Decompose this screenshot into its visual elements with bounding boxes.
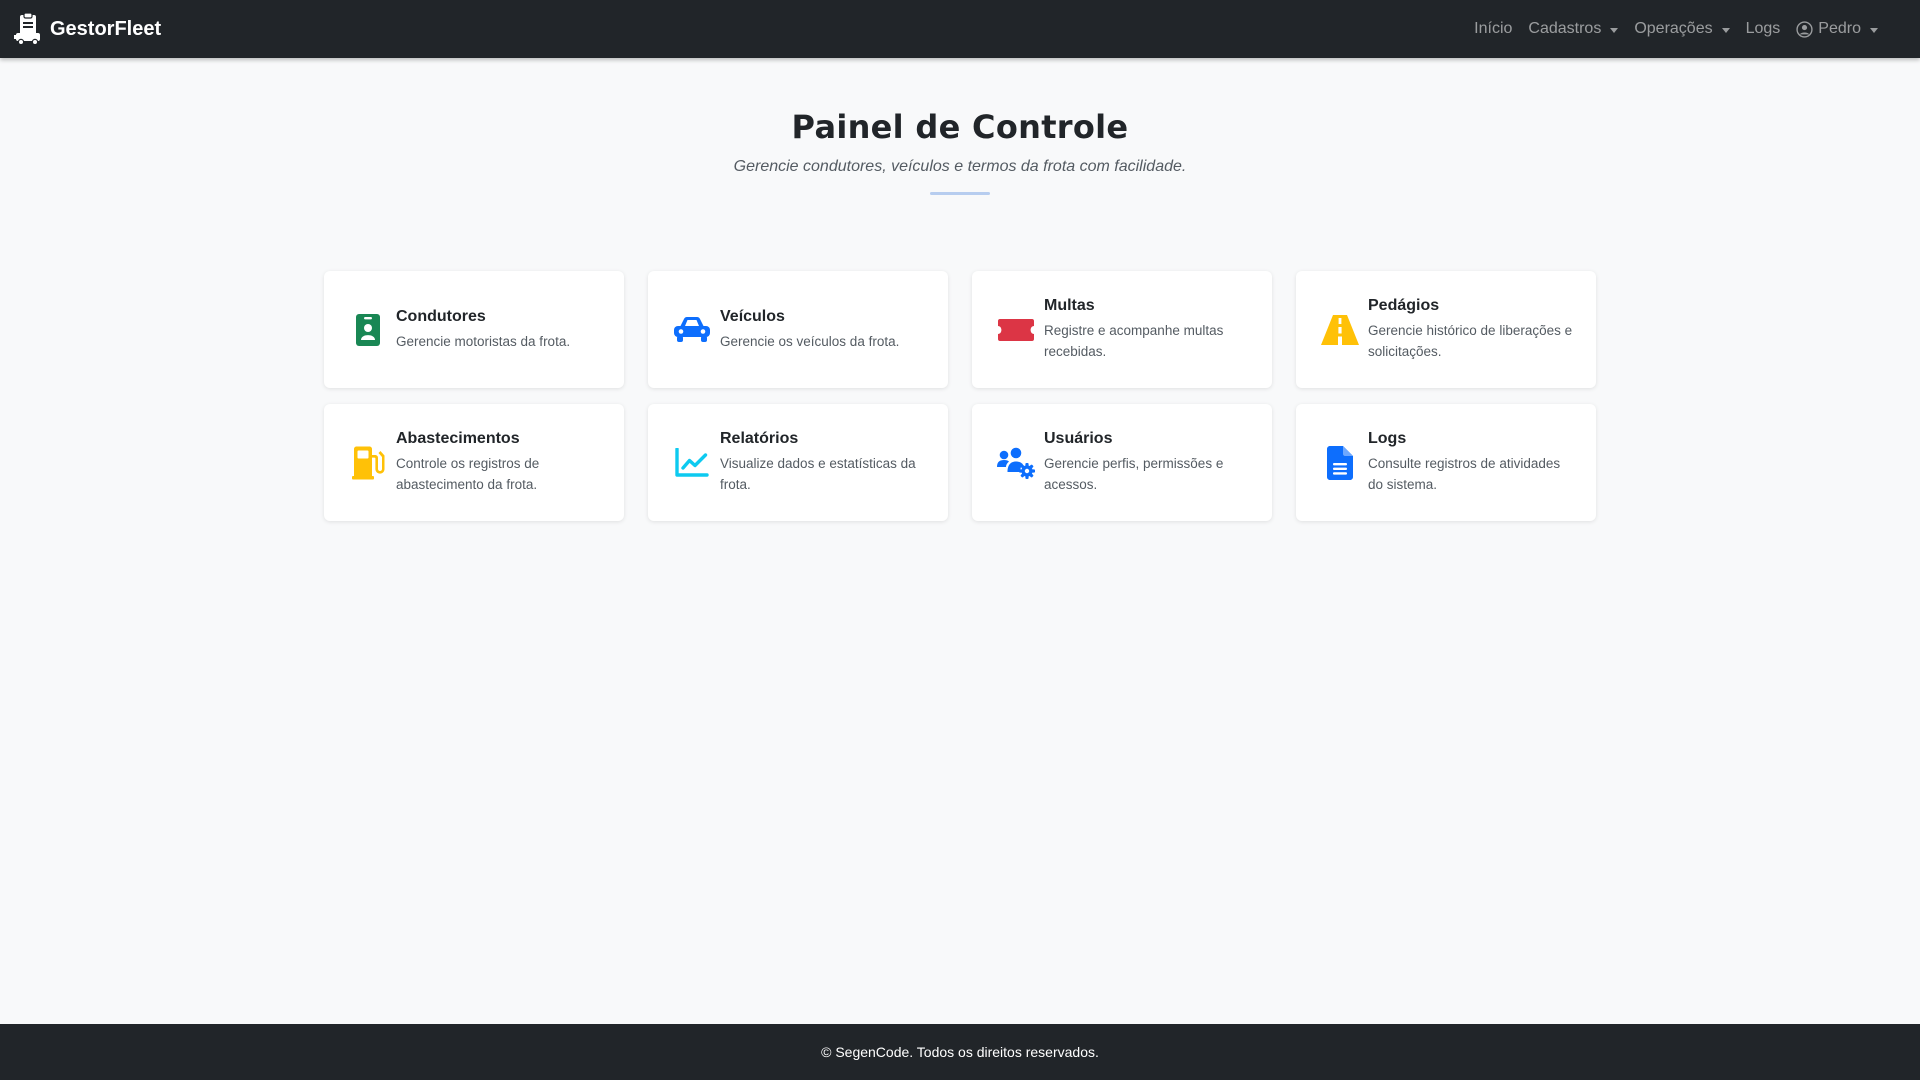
page-footer: © SegenCode. Todos os direitos reservado… (0, 1024, 1920, 1080)
car-icon (672, 316, 712, 344)
ticket-icon (996, 318, 1036, 342)
nav-dropdown-cadastros[interactable]: Cadastros (1520, 12, 1626, 46)
card-description: Consulte registros de atividades do sist… (1368, 456, 1561, 492)
top-navbar: GestorFleet Início Cadastros Operações L… (0, 0, 1920, 58)
title-divider (930, 192, 990, 195)
card-veiculos[interactable]: Veículos Gerencie os veículos da frota. (648, 271, 948, 388)
nav-dropdown-user[interactable]: Pedro (1788, 12, 1886, 46)
nav-link-logs[interactable]: Logs (1738, 12, 1789, 46)
card-description: Gerencie motoristas da frota. (396, 333, 571, 349)
nav-menu: Início Cadastros Operações Logs Pedro (1466, 12, 1886, 46)
card-description: Gerencie histórico de liberações e solic… (1368, 323, 1573, 359)
road-icon (1320, 314, 1360, 345)
card-title: Usuários (1044, 430, 1113, 447)
card-title: Veículos (720, 307, 785, 325)
truck-clipboard-icon (14, 13, 42, 45)
nav-link-label: Início (1474, 20, 1513, 37)
footer-copyright: © SegenCode. Todos os direitos reservado… (821, 1044, 1099, 1060)
card-pedagios[interactable]: Pedágios Gerencie histórico de liberaçõe… (1296, 271, 1596, 388)
users-cog-icon (996, 447, 1036, 479)
page-header: Painel de Controle Gerencie condutores, … (0, 108, 1920, 195)
nav-link-label: Logs (1745, 20, 1781, 37)
chart-line-icon (672, 447, 712, 478)
card-title: Pedágios (1368, 297, 1440, 314)
nav-link-inicio[interactable]: Início (1466, 12, 1520, 46)
caret-down-icon (1610, 27, 1619, 33)
card-multas[interactable]: Multas Registre e acompanhe multas receb… (972, 271, 1272, 388)
nav-link-label: Cadastros (1528, 20, 1602, 37)
card-relatorios[interactable]: Relatórios Visualize dados e estatística… (648, 404, 948, 521)
card-description: Gerencie perfis, permissões e acessos. (1044, 456, 1224, 492)
card-abastecimentos[interactable]: Abastecimentos Controle os registros de … (324, 404, 624, 521)
card-title: Condutores (396, 307, 486, 325)
card-title: Multas (1044, 297, 1095, 314)
nav-dropdown-operacoes[interactable]: Operações (1626, 12, 1737, 46)
brand-name: GestorFleet (50, 17, 162, 40)
id-badge-icon (348, 313, 388, 346)
card-description: Visualize dados e estatísticas da frota. (720, 456, 916, 492)
brand-link[interactable]: GestorFleet (14, 13, 161, 45)
caret-down-icon (1870, 27, 1878, 33)
card-title: Logs (1368, 430, 1407, 447)
caret-down-icon (1721, 27, 1730, 33)
card-usuarios[interactable]: Usuários Gerencie perfis, permissões e a… (972, 404, 1272, 521)
user-name: Pedro (1818, 20, 1861, 37)
page-title: Painel de Controle (791, 108, 1129, 146)
dashboard-grid: Condutores Gerencie motoristas da frota.… (324, 271, 1596, 521)
nav-link-label: Operações (1634, 20, 1713, 37)
gas-pump-icon (348, 446, 388, 480)
card-description: Controle os registros de abastecimento d… (396, 456, 540, 492)
user-circle-icon (1796, 20, 1813, 38)
file-lines-icon (1320, 445, 1360, 480)
card-description: Registre e acompanhe multas recebidas. (1044, 323, 1224, 359)
card-title: Abastecimentos (396, 430, 520, 447)
card-title: Relatórios (720, 430, 799, 447)
card-condutores[interactable]: Condutores Gerencie motoristas da frota. (324, 271, 624, 388)
card-logs[interactable]: Logs Consulte registros de atividades do… (1296, 404, 1596, 521)
card-description: Gerencie os veículos da frota. (720, 333, 900, 349)
page-subtitle: Gerencie condutores, veículos e termos d… (733, 158, 1187, 175)
